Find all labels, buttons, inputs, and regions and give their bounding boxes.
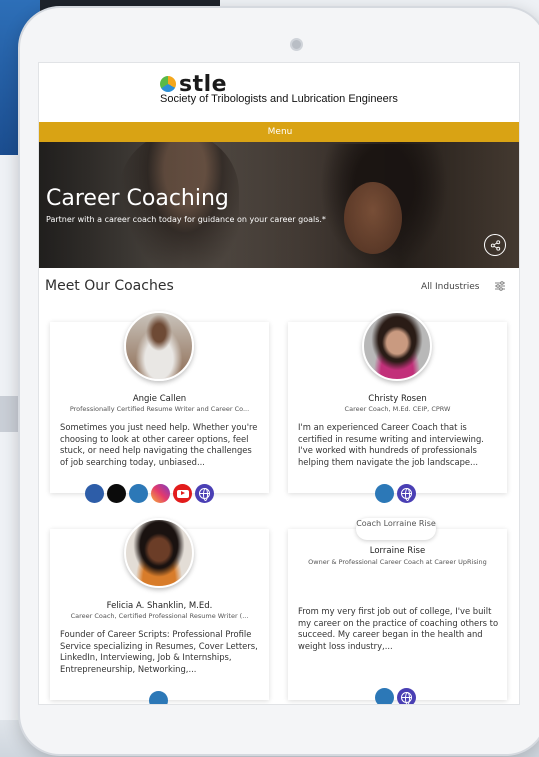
coach-avatar <box>124 518 194 588</box>
coach-description: From my very first job out of college, I… <box>298 606 499 651</box>
website-icon[interactable] <box>397 688 416 704</box>
coach-description: I'm an experienced Career Coach that is … <box>298 422 484 467</box>
website-icon[interactable] <box>397 484 416 503</box>
coach-name: Lorraine Rise <box>369 546 426 556</box>
hero-banner: Career Coaching Partner with a career co… <box>39 142 519 268</box>
stle-logo-icon <box>160 76 176 92</box>
tablet-screen: stle Society of Tribologists and Lubrica… <box>38 62 520 705</box>
page-subtitle: Partner with a career coach today for gu… <box>46 215 326 224</box>
site-header: stle Society of Tribologists and Lubrica… <box>39 63 519 123</box>
section-heading: Meet Our Coaches <box>45 278 174 294</box>
linkedin-icon[interactable] <box>375 484 394 503</box>
linkedin-icon[interactable] <box>375 688 394 704</box>
coach-card[interactable]: Coach Lorraine Rise Lorraine Rise Owner … <box>288 518 507 704</box>
menu-button[interactable]: Menu <box>39 122 519 142</box>
linkedin-icon[interactable] <box>129 484 148 503</box>
instagram-icon[interactable] <box>151 484 170 503</box>
coach-card[interactable]: Angie Callen Professionally Certified Re… <box>50 311 269 503</box>
coach-name: Christy Rosen <box>368 394 427 404</box>
coach-avatar-broken: Coach Lorraine Rise <box>356 518 436 540</box>
coach-name: Angie Callen <box>132 394 187 404</box>
coach-description: Founder of Career Scripts: Professional … <box>60 629 258 674</box>
share-button[interactable] <box>484 234 506 256</box>
coach-title: Career Coach, Certified Professional Res… <box>70 612 249 620</box>
linkedin-icon[interactable] <box>149 691 168 704</box>
facebook-icon[interactable] <box>85 484 104 503</box>
youtube-icon[interactable] <box>173 484 192 503</box>
social-links <box>375 688 416 704</box>
tablet-camera <box>290 38 303 51</box>
industry-filter[interactable]: All Industries <box>421 282 479 292</box>
website-icon[interactable] <box>195 484 214 503</box>
coach-name: Felicia A. Shanklin, M.Ed. <box>106 601 213 611</box>
coach-description: Sometimes you just need help. Whether yo… <box>60 422 258 467</box>
coach-avatar <box>124 311 194 381</box>
coach-title: Professionally Certified Resume Writer a… <box>69 405 250 413</box>
coach-title: Owner & Professional Career Coach at Car… <box>308 558 487 566</box>
coach-avatar <box>362 311 432 381</box>
coach-card[interactable]: Felicia A. Shanklin, M.Ed. Career Coach,… <box>50 518 269 704</box>
social-links <box>85 484 214 503</box>
filter-sliders-icon[interactable] <box>494 280 506 292</box>
social-links <box>375 484 416 503</box>
page-title: Career Coaching <box>46 186 229 211</box>
x-icon[interactable] <box>107 484 126 503</box>
social-links <box>149 691 168 704</box>
coach-title: Career Coach, M.Ed. CEIP, CPRW <box>344 405 451 413</box>
org-name: Society of Tribologists and Lubrication … <box>160 93 398 105</box>
share-icon <box>490 240 500 251</box>
coach-card[interactable]: Christy Rosen Career Coach, M.Ed. CEIP, … <box>288 311 507 503</box>
